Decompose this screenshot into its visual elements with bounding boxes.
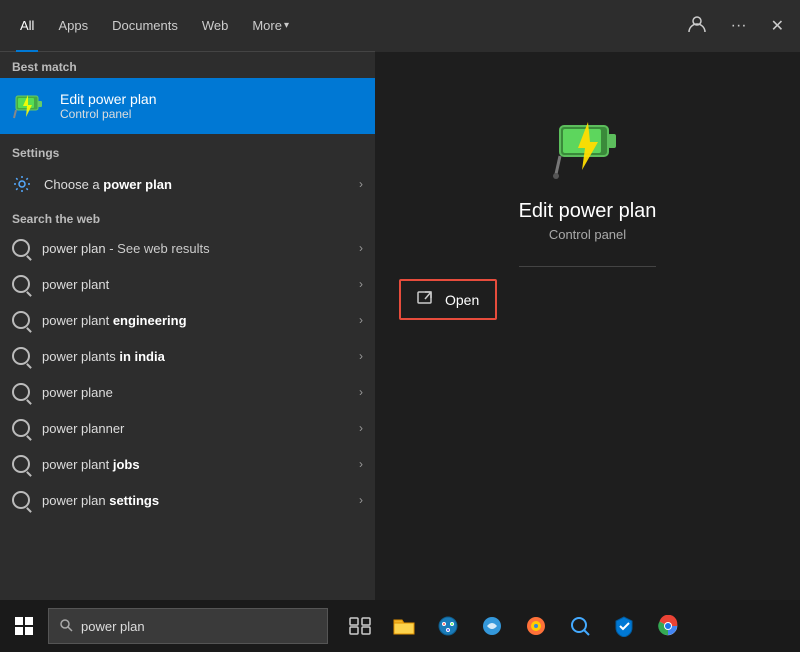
open-button-area: Open: [375, 267, 800, 332]
choose-power-plan-item[interactable]: Choose a power plan ›: [0, 164, 375, 204]
web-search-item-1[interactable]: power plant ›: [0, 266, 375, 302]
web-search-text-4: power plane: [42, 385, 113, 400]
chevron-right-icon-5: ›: [359, 421, 363, 435]
tab-apps[interactable]: Apps: [46, 0, 100, 52]
taskbar-search-box[interactable]: power plan: [48, 608, 328, 644]
close-button[interactable]: ✕: [767, 12, 788, 40]
web-search-item-2[interactable]: power plant engineering ›: [0, 302, 375, 338]
web-search-item-4[interactable]: power plane ›: [0, 374, 375, 410]
best-match-title: Edit power plan: [60, 91, 157, 107]
firefox-icon[interactable]: [516, 600, 556, 652]
panel-actions: ··· ✕: [375, 0, 800, 52]
start-button[interactable]: [0, 600, 48, 652]
detail-app-icon: [552, 112, 624, 184]
detail-icon-area: Edit power plan Control panel: [519, 112, 657, 267]
search-loop-icon-3: [12, 347, 30, 365]
chevron-right-icon-2: ›: [359, 313, 363, 327]
nav-tabs: All Apps Documents Web More ▾: [0, 0, 375, 52]
search-loop-icon-0: [12, 239, 30, 257]
detail-subtitle: Control panel: [549, 227, 626, 242]
person-button[interactable]: [683, 10, 711, 43]
task-view-icon[interactable]: [340, 600, 380, 652]
choose-power-plan-label: Choose a power plan: [44, 177, 172, 192]
chevron-right-icon-6: ›: [359, 457, 363, 471]
power-plan-icon: [12, 88, 48, 124]
web-search-text-1: power plant: [42, 277, 109, 292]
web-search-item-3[interactable]: power plants in india ›: [0, 338, 375, 374]
best-match-item[interactable]: Edit power plan Control panel: [0, 78, 375, 134]
open-button-label: Open: [445, 292, 479, 308]
chevron-right-icon-4: ›: [359, 385, 363, 399]
web-search-item-6[interactable]: power plant jobs ›: [0, 446, 375, 482]
chevron-right-icon-0: ›: [359, 241, 363, 255]
web-search-item-0[interactable]: power plan - See web results ›: [0, 230, 375, 266]
settings-gear-icon: [12, 174, 32, 194]
web-search-text-6: power plant jobs: [42, 457, 140, 472]
best-match-subtitle: Control panel: [60, 107, 157, 121]
chevron-right-icon-7: ›: [359, 493, 363, 507]
search-loop-icon-7: [12, 491, 30, 509]
file-explorer-icon[interactable]: [384, 600, 424, 652]
chevron-right-icon-3: ›: [359, 349, 363, 363]
open-window-icon: [417, 289, 435, 310]
web-search-text-2: power plant engineering: [42, 313, 187, 328]
taskbar: power plan: [0, 600, 800, 652]
magnifier-icon[interactable]: [560, 600, 600, 652]
search-loop-icon-6: [12, 455, 30, 473]
search-loop-icon-5: [12, 419, 30, 437]
search-loop-icon-4: [12, 383, 30, 401]
web-search-item-5[interactable]: power planner ›: [0, 410, 375, 446]
search-loop-icon-1: [12, 275, 30, 293]
chevron-right-icon-1: ›: [359, 277, 363, 291]
search-window: All Apps Documents Web More ▾ Best match: [0, 0, 375, 600]
web-search-text-7: power plan settings: [42, 493, 159, 508]
chrome-icon[interactable]: [648, 600, 688, 652]
search-web-label: Search the web: [0, 204, 375, 230]
taskbar-search-icon: [59, 618, 73, 635]
web-search-text-5: power planner: [42, 421, 124, 436]
detail-title: Edit power plan: [519, 200, 657, 223]
tab-web[interactable]: Web: [190, 0, 241, 52]
taskbar-search-text: power plan: [81, 619, 145, 634]
web-search-item-7[interactable]: power plan settings ›: [0, 482, 375, 518]
tab-more[interactable]: More ▾: [240, 0, 301, 52]
web-search-text-0: power plan - See web results: [42, 241, 210, 256]
chevron-right-icon: ›: [359, 177, 363, 191]
best-match-label: Best match: [0, 52, 375, 78]
open-button[interactable]: Open: [399, 279, 497, 320]
taskbar-icons: [340, 600, 688, 652]
more-dropdown-arrow: ▾: [284, 20, 289, 31]
best-match-text: Edit power plan Control panel: [60, 91, 157, 121]
search-loop-icon-2: [12, 311, 30, 329]
web-search-text-3: power plants in india: [42, 349, 165, 364]
app-icon-4[interactable]: [472, 600, 512, 652]
detail-panel: ··· ✕ Edit power plan Control panel: [375, 0, 800, 600]
tab-all[interactable]: All: [8, 0, 46, 52]
paint-icon[interactable]: [428, 600, 468, 652]
tab-documents[interactable]: Documents: [100, 0, 190, 52]
settings-label: Settings: [0, 138, 375, 164]
ellipsis-button[interactable]: ···: [727, 13, 751, 39]
security-shield-icon[interactable]: [604, 600, 644, 652]
